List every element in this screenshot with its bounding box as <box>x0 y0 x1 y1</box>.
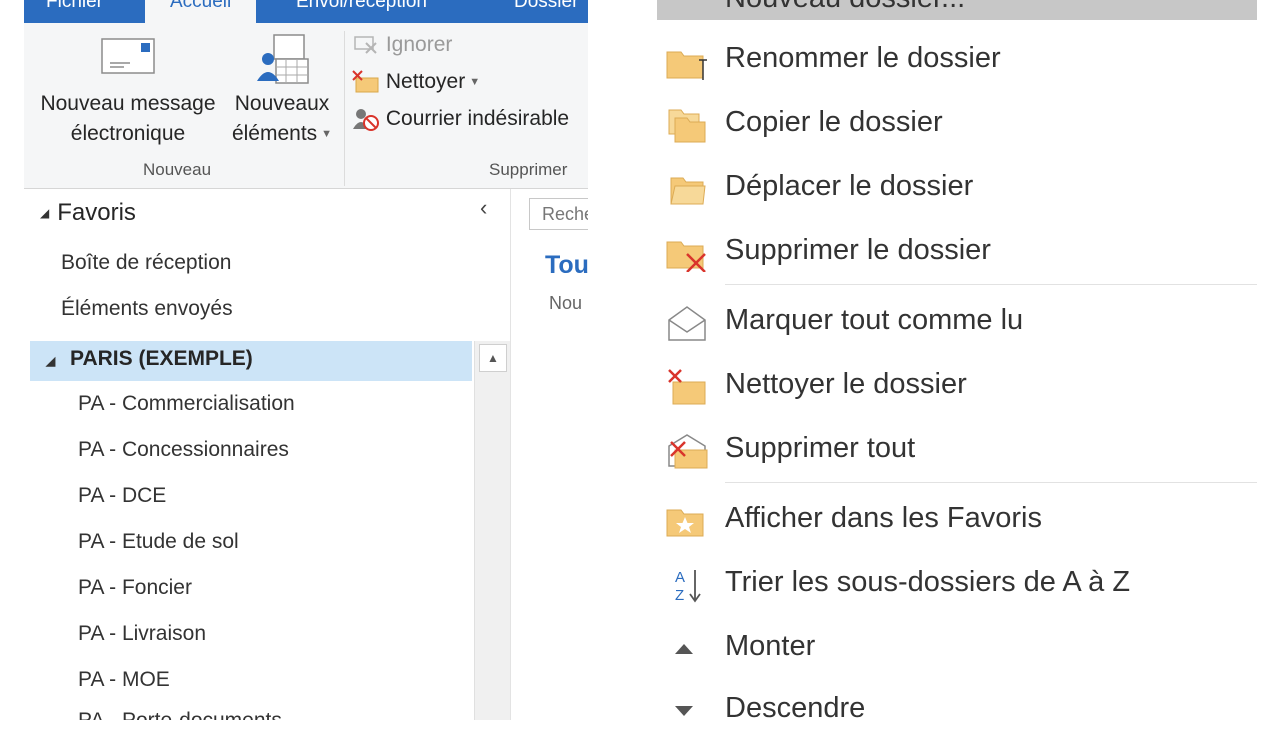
tab-dossier[interactable]: Dossier <box>514 0 578 13</box>
new-items-text: Nouveaux éléments <box>231 92 330 145</box>
group-label-delete: Supprimer <box>489 160 568 179</box>
triangle-down-icon <box>675 706 693 716</box>
menu-item-rename-folder[interactable]: Renommer le dossier <box>657 30 1257 90</box>
scroll-up-arrow-icon[interactable]: ▲ <box>479 344 507 372</box>
favorites-title: Favoris <box>57 199 136 226</box>
menu-item-label: Marquer tout comme lu <box>725 304 1024 336</box>
folder-scrollbar[interactable]: ▲ <box>474 341 511 720</box>
menu-item-label: Supprimer le dossier <box>725 234 991 266</box>
envelope-open-icon <box>668 306 706 341</box>
menu-item-label: Supprimer tout <box>725 432 916 464</box>
new-items-label: Nouveaux éléments ▼ <box>228 89 336 149</box>
new-items-icon <box>257 34 309 84</box>
favorite-item[interactable]: Éléments envoyés <box>61 297 233 321</box>
menu-item-label: Renommer le dossier <box>725 42 1001 74</box>
envelope-icon <box>101 38 155 74</box>
menu-separator <box>725 284 1257 285</box>
ignore-label: Ignorer <box>385 33 453 56</box>
folder-item[interactable]: PA - DCE <box>78 484 166 508</box>
menu-item-label: Monter <box>725 630 816 662</box>
tab-accueil[interactable]: Accueil <box>145 0 257 23</box>
menu-item-copy-folder[interactable]: Copier le dossier <box>657 94 1257 154</box>
filter-all-tab[interactable]: Tou <box>545 251 588 280</box>
folder-item[interactable]: PA - Foncier <box>78 576 192 600</box>
folder-pane: ◢ Favoris ‹ Boîte de réception Éléments e… <box>24 189 511 720</box>
ignore-button[interactable]: Ignorer <box>352 33 452 57</box>
folder-delete-icon <box>666 241 706 272</box>
folder-item[interactable]: PA - Livraison <box>78 622 206 646</box>
collapse-pane-icon[interactable]: ‹ <box>480 195 487 221</box>
group-label-new: Nouveau <box>143 160 212 179</box>
menu-item-mark-all-read[interactable]: Marquer tout comme lu <box>657 292 1257 352</box>
triangle-up-icon <box>675 644 693 654</box>
menu-item-label: Nettoyer le dossier <box>725 368 967 400</box>
new-items-button[interactable]: Nouveaux éléments ▼ <box>228 31 336 149</box>
search-input[interactable]: Reche <box>529 198 588 230</box>
folder-copy-icon <box>668 109 706 143</box>
expand-triangle-icon: ◢ <box>40 206 50 220</box>
svg-text:Z: Z <box>675 587 684 604</box>
menu-item-delete-all[interactable]: Supprimer tout <box>657 420 1257 480</box>
menu-item-move-folder[interactable]: Déplacer le dossier <box>657 158 1257 218</box>
tab-fichier[interactable]: Fichier <box>46 0 103 13</box>
favorite-item[interactable]: Boîte de réception <box>61 251 231 275</box>
folder-item[interactable]: PA - Etude de sol <box>78 530 239 554</box>
account-header-selected[interactable]: ◢ PARIS (EXEMPLE) <box>30 341 472 381</box>
folder-item[interactable]: PA - Concessionnaires <box>78 438 289 462</box>
menu-item-sort-az[interactable]: A Z Trier les sous-dossiers de A à Z <box>657 554 1257 614</box>
folder-item[interactable]: PA - Commercialisation <box>78 392 295 416</box>
chevron-down-icon: ▼ <box>469 76 481 89</box>
menu-item-move-down[interactable]: Descendre <box>657 680 1257 740</box>
ignore-icon <box>354 36 377 55</box>
chevron-down-icon: ▼ <box>321 128 333 141</box>
svg-text:A: A <box>675 569 685 586</box>
outlook-window: Fichier Accueil Envoi/réception Dossier … <box>24 0 588 720</box>
clean-icon <box>352 70 379 93</box>
menu-item-show-in-favorites[interactable]: Afficher dans les Favoris <box>657 490 1257 550</box>
menu-item-label: Nouveau dossier... <box>725 0 965 15</box>
menu-separator <box>725 482 1257 483</box>
expand-triangle-icon: ◢ <box>46 354 56 368</box>
tab-accueil-label: Accueil <box>170 0 232 12</box>
clean-folder-icon <box>668 369 706 405</box>
menu-item-move-up[interactable]: Monter <box>657 618 1257 678</box>
folder-item[interactable]: PA - Porte-documents <box>78 709 282 720</box>
menu-item-new-folder-highlighted[interactable]: Nouveau dossier... <box>657 0 1257 20</box>
junk-icon <box>353 109 379 132</box>
menu-item-label: Trier les sous-dossiers de A à Z <box>725 566 1131 598</box>
favorites-header[interactable]: ◢ Favoris <box>40 199 136 227</box>
ribbon-tab-bar: Fichier Accueil Envoi/réception Dossier <box>24 0 588 23</box>
folder-move-icon <box>670 177 706 205</box>
new-email-label: Nouveau message électronique <box>40 92 216 145</box>
new-filter-text: Nou <box>549 293 583 313</box>
clean-button[interactable]: Nettoyer ▼ <box>352 70 480 94</box>
menu-item-clean-folder[interactable]: Nettoyer le dossier <box>657 356 1257 416</box>
sort-az-icon: A Z <box>675 569 701 604</box>
folder-item[interactable]: PA - MOE <box>78 668 170 692</box>
junk-label: Courrier indésirable <box>385 107 570 130</box>
menu-item-label: Déplacer le dossier <box>725 170 974 202</box>
menu-item-label: Copier le dossier <box>725 106 943 138</box>
tab-envoi-reception[interactable]: Envoi/réception <box>296 0 427 13</box>
ribbon-separator <box>344 31 345 186</box>
menu-item-label: Afficher dans les Favoris <box>725 502 1042 534</box>
star-folder-icon <box>666 509 704 537</box>
delete-all-icon <box>668 434 708 469</box>
menu-item-delete-folder[interactable]: Supprimer le dossier <box>657 222 1257 282</box>
clean-label: Nettoyer <box>385 70 466 93</box>
folder-context-menu: Nouveau dossier... Renommer le dossier C… <box>657 0 1257 724</box>
junk-button[interactable]: Courrier indésirable <box>352 107 570 132</box>
folder-rename-icon <box>666 51 707 80</box>
message-list-pane: Reche Tou Nou <box>510 189 588 720</box>
account-name: PARIS (EXEMPLE) <box>70 347 253 370</box>
ribbon: Nouveau message électronique Nouveaux él… <box>24 23 588 189</box>
new-email-button[interactable]: Nouveau message électronique <box>28 31 228 149</box>
menu-item-label: Descendre <box>725 692 866 724</box>
